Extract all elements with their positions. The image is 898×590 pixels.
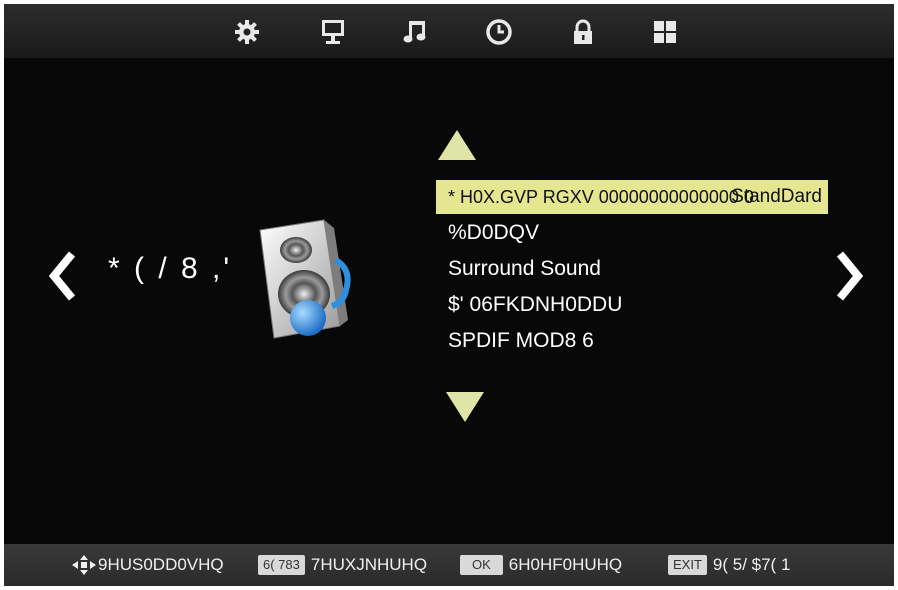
lock-icon[interactable]	[568, 17, 598, 47]
menu-item-value: StandDard	[731, 186, 822, 207]
scroll-down-icon[interactable]	[444, 390, 486, 424]
menu-item-surround-sound[interactable]: Surround Sound	[436, 252, 828, 286]
ok-key: OK	[460, 555, 503, 575]
menu-item-label: * H0X.GVP RGXV 00000000000000 0	[448, 187, 754, 207]
music-note-icon[interactable]	[400, 17, 430, 47]
exit-hint: EXIT 9( 5/ $7( 1	[668, 553, 790, 577]
menu-item-label: Surround Sound	[448, 257, 601, 280]
grid-icon[interactable]	[650, 17, 680, 47]
menu-item-label: $' 06FKDNH0DDU	[448, 293, 623, 316]
dpad-arrows-icon	[72, 555, 96, 575]
clock-icon[interactable]	[484, 17, 514, 47]
ok-hint: OK 6H0HF0HUHQ	[460, 553, 622, 577]
setup-hint-text: 7HUXJNHUHQ	[310, 555, 428, 574]
top-menu-bar	[4, 4, 894, 58]
bottom-hint-bar: 9HUS0DD0VHQ 6( 783 7HUXJNHUHQ OK 6H0HF0H…	[4, 544, 894, 586]
move-hint: 9HUS0DD0VHQ	[72, 553, 224, 577]
menu-item-equalizer[interactable]: * H0X.GVP RGXV 00000000000000 0 StandDar…	[436, 180, 828, 214]
exit-key: EXIT	[668, 555, 707, 575]
ok-hint-text: 6H0HF0HUHQ	[508, 555, 623, 574]
menu-item-spdif-mode[interactable]: SPDIF MOD8 6	[436, 324, 828, 358]
monitor-icon[interactable]	[318, 17, 348, 47]
move-hint-text: 9HUS0DD0VHQ	[98, 555, 224, 574]
menu-item-balance[interactable]: %D0DQV	[436, 216, 828, 250]
next-category-arrow-icon[interactable]	[830, 248, 870, 304]
menu-item-label: SPDIF MOD8 6	[448, 329, 594, 352]
scroll-up-icon[interactable]	[436, 128, 478, 162]
speaker-icon	[240, 216, 366, 340]
menu-item-ad-speaker[interactable]: $' 06FKDNH0DDU	[436, 288, 828, 322]
settings-screen: * ( / 8 ,' * H0X.GVP RGXV 00000000000000…	[4, 4, 894, 586]
previous-category-arrow-icon[interactable]	[42, 248, 82, 304]
category-label: * ( / 8 ,'	[108, 252, 233, 285]
menu-item-label: %D0DQV	[448, 221, 540, 244]
exit-hint-text: 9( 5/ $7( 1	[712, 555, 791, 574]
setup-key: 6( 783	[258, 555, 305, 575]
gear-icon[interactable]	[232, 17, 262, 47]
setup-hint: 6( 783 7HUXJNHUHQ	[258, 553, 427, 577]
